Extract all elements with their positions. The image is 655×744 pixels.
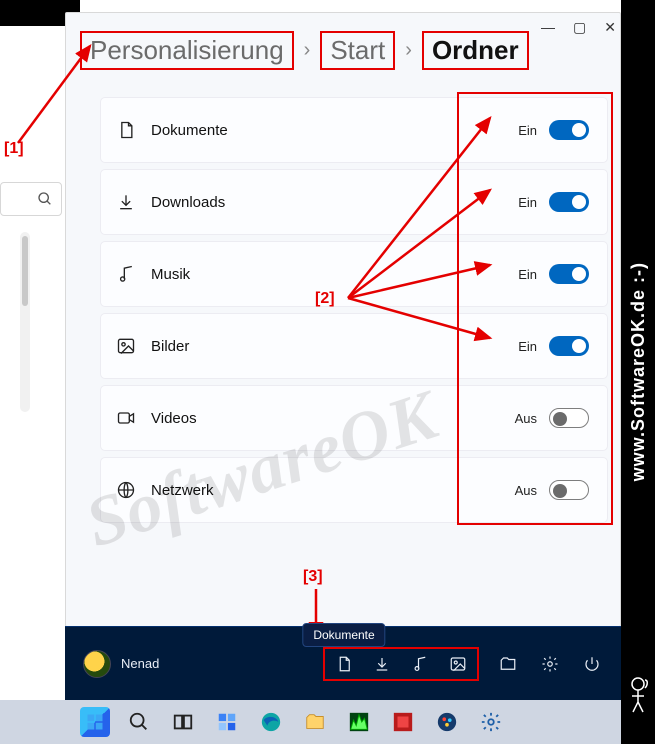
branding-text: www.SoftwareOK.de :-) <box>628 262 649 481</box>
user-name: Nenad <box>121 656 159 671</box>
settings-item-label: Videos <box>151 410 197 427</box>
taskbar-edge-icon[interactable] <box>256 707 286 737</box>
annotation-3-label: [3] <box>303 568 323 586</box>
chevron-right-icon: › <box>302 39 313 62</box>
sidebar-scrollbar[interactable] <box>20 232 30 412</box>
startmenu-pictures-icon[interactable] <box>447 653 469 675</box>
toggle-bilder[interactable] <box>549 336 589 356</box>
toggle-musik[interactable] <box>549 264 589 284</box>
breadcrumb-start[interactable]: Start <box>320 31 395 70</box>
settings-item-label: Netzwerk <box>151 482 214 499</box>
startmenu-folder-icons: Dokumente <box>323 647 479 681</box>
annotation-2-arrows <box>340 110 540 390</box>
settings-item-label: Downloads <box>151 194 225 211</box>
toggle-videos[interactable] <box>549 408 589 428</box>
startmenu-system-icons <box>497 653 603 675</box>
annotation-1-arrow <box>12 38 102 148</box>
settings-item-videos[interactable]: Videos Aus <box>100 385 608 451</box>
taskbar-app-green-icon[interactable] <box>344 707 374 737</box>
sidebar-search-stub[interactable] <box>0 182 62 216</box>
taskbar-settings-icon[interactable] <box>476 707 506 737</box>
taskbar-search-icon[interactable] <box>124 707 154 737</box>
musik-icon <box>115 263 137 285</box>
minimize-button[interactable]: — <box>541 19 555 36</box>
startmenu-bottom: Nenad Dokumente <box>65 626 621 700</box>
taskbar-taskview-icon[interactable] <box>168 707 198 737</box>
search-icon <box>37 191 53 207</box>
videos-icon <box>115 407 137 429</box>
taskbar <box>0 700 621 744</box>
tooltip: Dokumente <box>302 623 385 647</box>
toggle-downloads[interactable] <box>549 192 589 212</box>
startmenu-settings-icon[interactable] <box>539 653 561 675</box>
bilder-icon <box>115 335 137 357</box>
startmenu-downloads-icon[interactable] <box>371 653 393 675</box>
settings-item-label: Musik <box>151 266 190 283</box>
user-account-button[interactable]: Nenad <box>83 650 159 678</box>
close-button[interactable]: ✕ <box>604 19 616 36</box>
annotation-2-label: [2] <box>315 290 335 308</box>
taskbar-start-button[interactable] <box>80 707 110 737</box>
taskbar-app-red-icon[interactable] <box>388 707 418 737</box>
taskbar-explorer-icon[interactable] <box>300 707 330 737</box>
toggle-state-label: Aus <box>515 483 537 498</box>
toggle-dokumente[interactable] <box>549 120 589 140</box>
netzwerk-icon <box>115 479 137 501</box>
settings-item-label: Bilder <box>151 338 189 355</box>
taskbar-widgets-icon[interactable] <box>212 707 242 737</box>
taskbar-app-palette-icon[interactable] <box>432 707 462 737</box>
breadcrumb-personalisierung[interactable]: Personalisierung <box>80 31 294 70</box>
startmenu-music-icon[interactable] <box>409 653 431 675</box>
dokumente-icon <box>115 119 137 141</box>
branding-sidebar: www.SoftwareOK.de :-) <box>621 0 655 744</box>
startmenu-documents-icon[interactable]: Dokumente <box>333 653 355 675</box>
downloads-icon <box>115 191 137 213</box>
avatar <box>83 650 111 678</box>
scrollbar-thumb[interactable] <box>22 236 28 306</box>
startmenu-explorer-icon[interactable] <box>497 653 519 675</box>
breadcrumb-ordner[interactable]: Ordner <box>422 31 529 70</box>
chevron-right-icon: › <box>403 39 414 62</box>
settings-item-label: Dokumente <box>151 122 228 139</box>
toggle-netzwerk[interactable] <box>549 480 589 500</box>
breadcrumb: Personalisierung › Start › Ordner <box>80 31 529 70</box>
settings-item-netzwerk[interactable]: Netzwerk Aus <box>100 457 608 523</box>
maximize-button[interactable]: ▢ <box>573 19 586 36</box>
mascot-icon <box>623 674 653 714</box>
window-controls: — ▢ ✕ <box>541 19 616 36</box>
startmenu-power-icon[interactable] <box>581 653 603 675</box>
toggle-state-label: Aus <box>515 411 537 426</box>
